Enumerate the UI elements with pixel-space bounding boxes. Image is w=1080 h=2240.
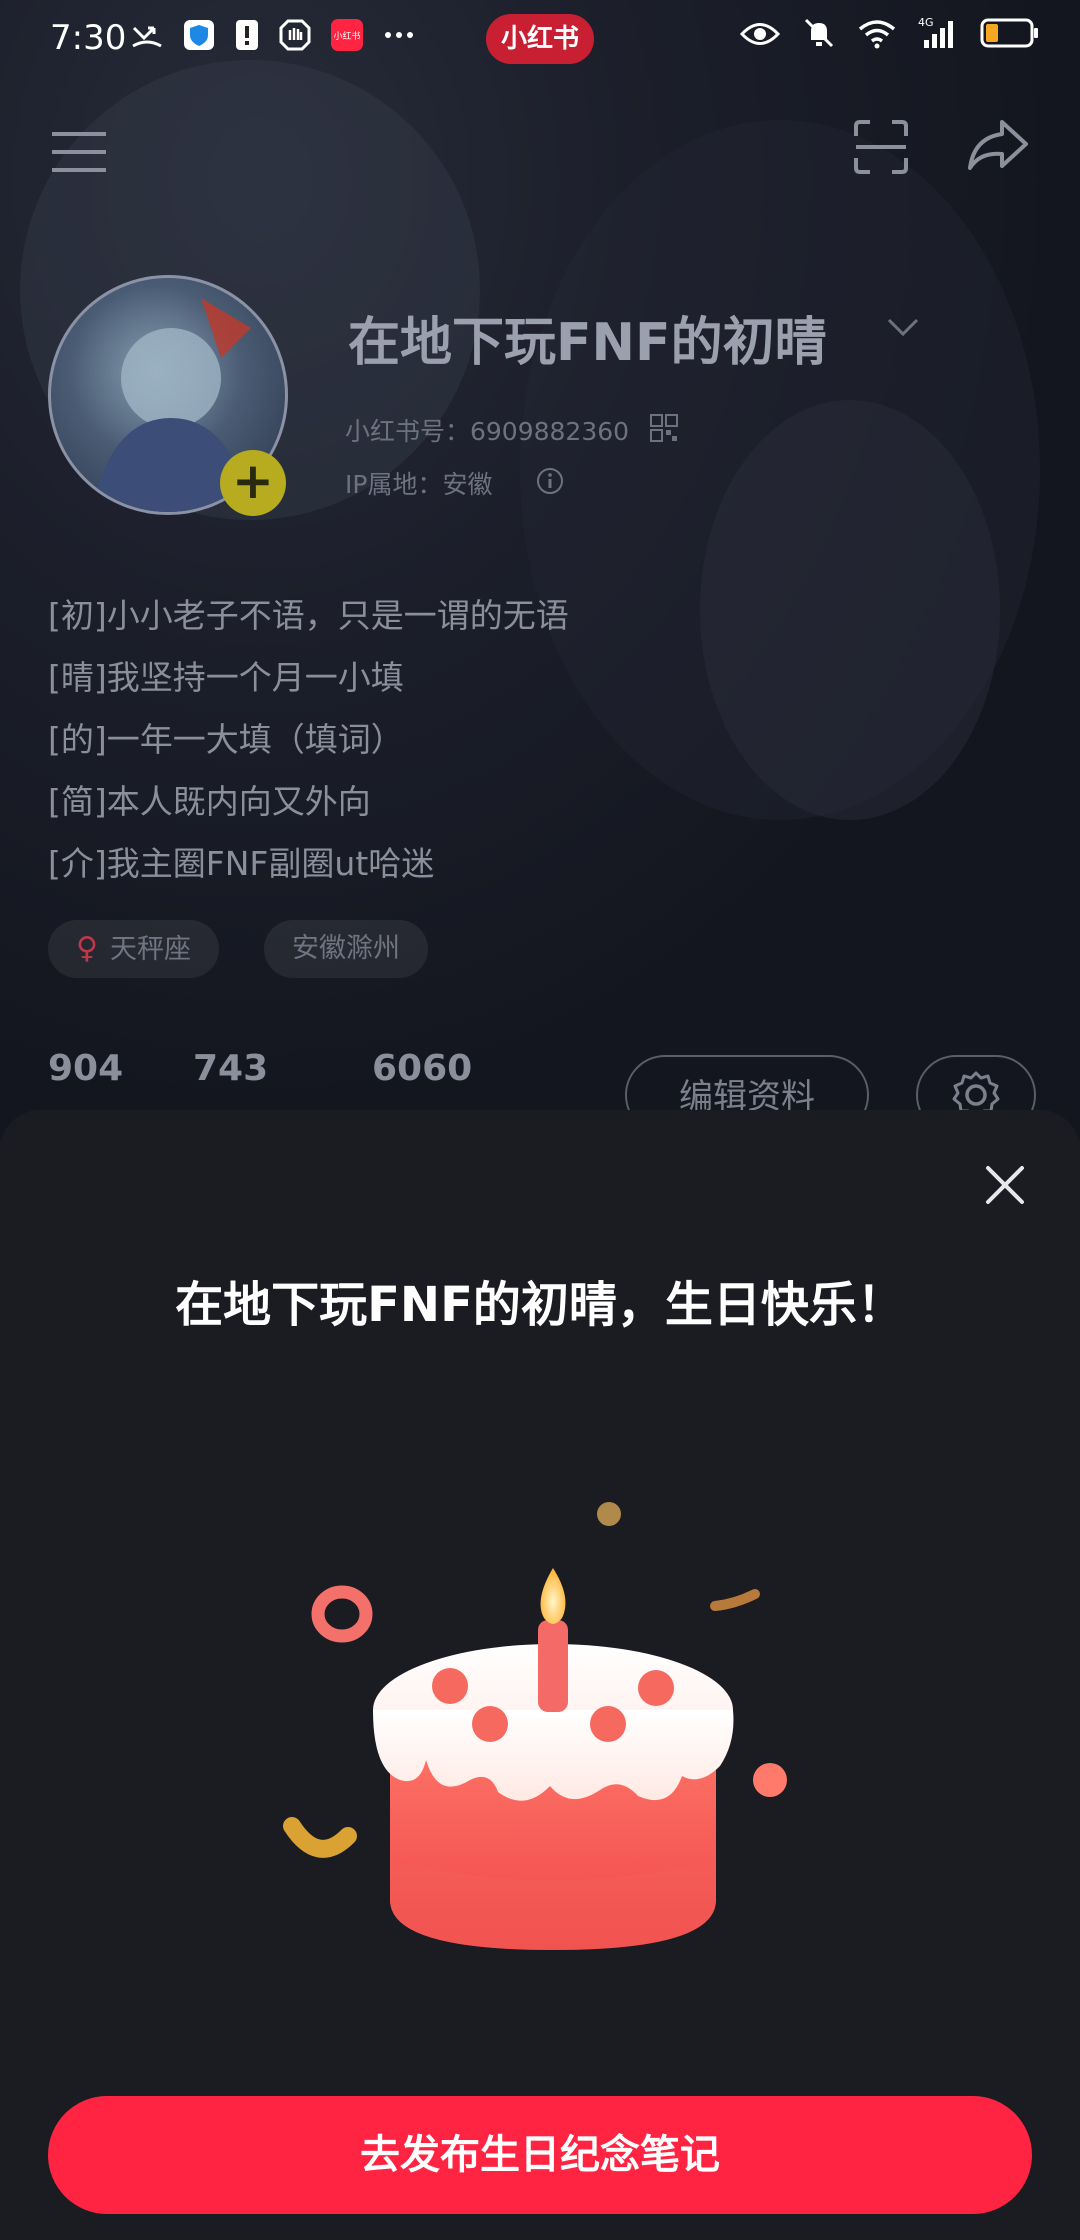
chevron-down-icon[interactable]: [886, 315, 920, 343]
bio: [初]小小老子不语，只是一谓的无语 [晴]我坚持一个月一小填 [的]一年一大填（…: [48, 585, 569, 895]
birthday-cake-illustration: [240, 1480, 840, 2004]
hand-icon: [278, 18, 312, 61]
close-button[interactable]: [980, 1160, 1030, 1210]
menu-icon[interactable]: [52, 130, 108, 178]
username: 在地下玩FNF的初晴: [348, 313, 827, 373]
bio-line: [初]小小老子不语，只是一谓的无语: [48, 596, 569, 635]
tag-zodiac[interactable]: ♀ 天秤座: [48, 920, 219, 978]
info-icon[interactable]: [536, 467, 564, 499]
alert-icon: [234, 18, 260, 61]
bio-line: [介]我主圈FNF副圈ut哈迷: [48, 844, 435, 883]
share-icon[interactable]: [966, 116, 1030, 178]
xiaohongshu-app-icon: 小红书: [330, 18, 364, 61]
status-system-icons: 4G: [739, 16, 1040, 59]
status-bar: 7:30 小红书 小红书 4G: [0, 0, 1080, 80]
shield-icon: [182, 18, 216, 61]
svg-text:小红书: 小红书: [333, 30, 360, 42]
signal-icon: 4G: [918, 16, 958, 59]
user-id: 小红书号：6909882360: [345, 417, 630, 446]
stat-likes[interactable]: 6060: [372, 1048, 472, 1089]
close-icon: [986, 1166, 1024, 1204]
bio-line: [简]本人既内向又外向: [48, 782, 371, 821]
stat-followers[interactable]: 743: [193, 1048, 268, 1089]
qr-code-icon[interactable]: [650, 414, 678, 446]
tag-location[interactable]: 安徽滁州: [264, 920, 428, 978]
wifi-icon: [858, 18, 896, 58]
add-avatar-button[interactable]: +: [220, 450, 286, 516]
female-icon: ♀: [76, 931, 98, 966]
status-time: 7:30: [50, 18, 127, 58]
birthday-greeting: 在地下玩FNF的初晴，生日快乐！: [175, 1277, 905, 1333]
bio-line: [的]一年一大填（填词）: [48, 720, 404, 759]
more-icon: [382, 18, 416, 61]
scan-icon[interactable]: [852, 118, 910, 180]
mute-icon: [802, 16, 836, 59]
tag-label: 安徽滁州: [292, 933, 400, 964]
ip-location: IP属地：安徽: [345, 470, 493, 499]
missed-call-icon: [130, 18, 164, 61]
stat-following[interactable]: 904: [48, 1048, 123, 1089]
eye-icon: [739, 18, 781, 58]
battery-icon: [980, 17, 1040, 58]
bio-line: [晴]我坚持一个月一小填: [48, 658, 404, 697]
app-name-pill: 小红书: [486, 14, 594, 64]
publish-birthday-note-button[interactable]: 去发布生日纪念笔记: [48, 2096, 1032, 2214]
status-notifications: 小红书: [130, 18, 416, 61]
tag-label: 天秤座: [109, 934, 191, 965]
network-type-label: 4G: [918, 16, 934, 29]
